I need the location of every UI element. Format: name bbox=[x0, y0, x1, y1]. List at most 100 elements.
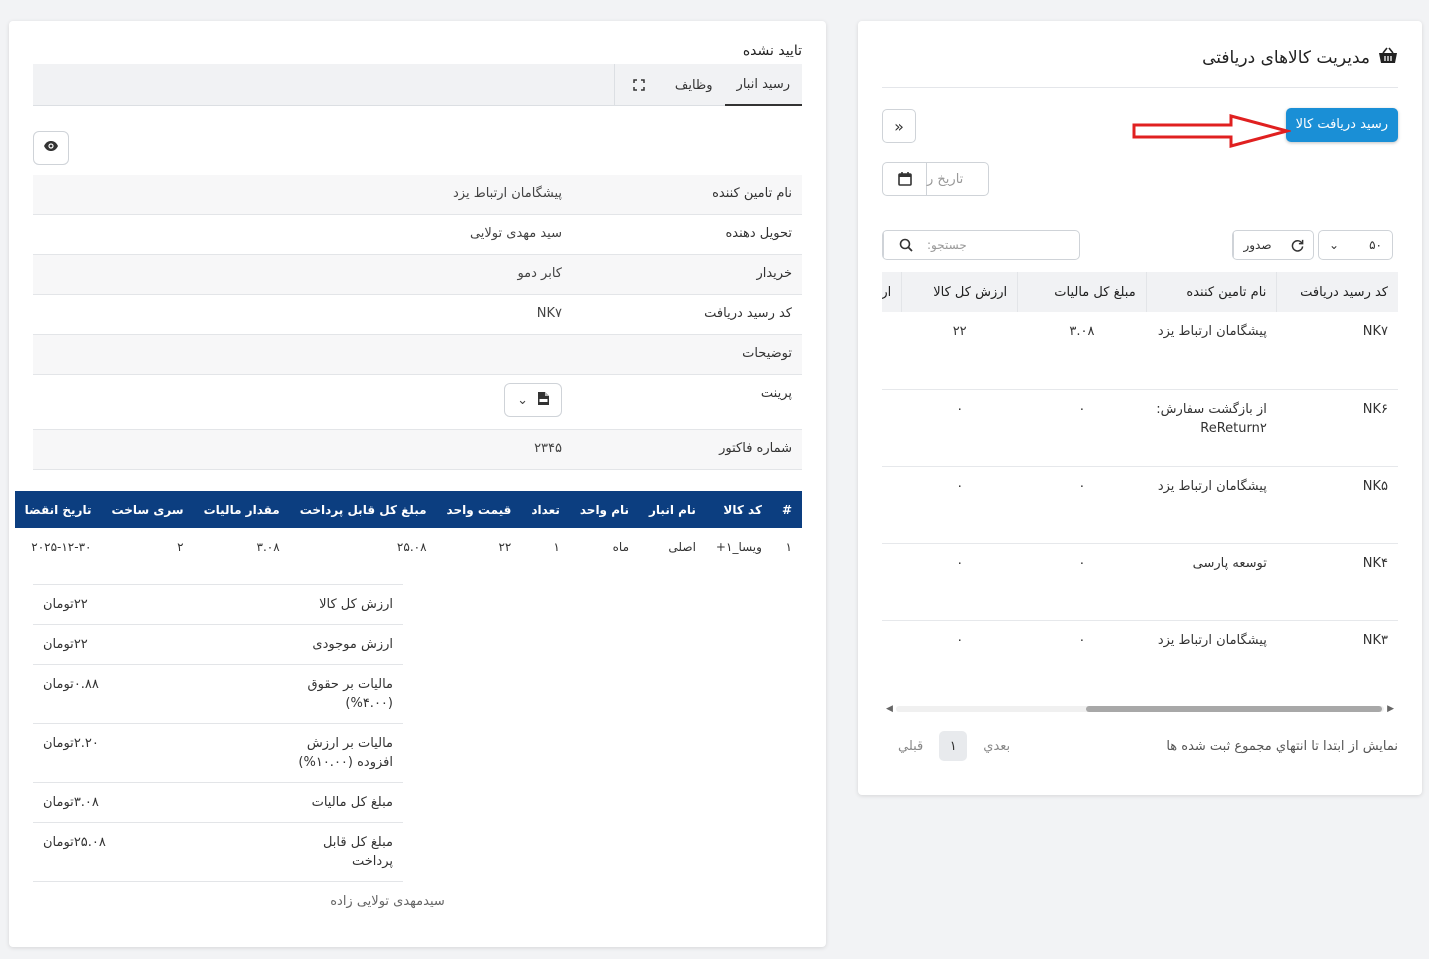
records-info: نمایش از ابتدا تا انتهاي مجموع ثبت شده ه… bbox=[1166, 739, 1398, 754]
summary-value: ۲۵.۰۸تومان bbox=[43, 835, 106, 850]
divider bbox=[882, 87, 1398, 88]
column-header[interactable]: مبلغ کل مالیات bbox=[1017, 272, 1147, 312]
summary-value: ۲۲تومان bbox=[43, 637, 88, 652]
tab-warehouse-receipt[interactable]: رسید انبار bbox=[724, 64, 802, 106]
column-header: سری ساخت bbox=[101, 491, 194, 528]
items-header-row: # کد کالا نام انبار نام واحد تعداد قیمت … bbox=[14, 491, 802, 528]
summary-label: ارزش موجودی bbox=[312, 637, 393, 652]
column-header: نام واحد bbox=[569, 491, 639, 528]
tax-amount: ۰ bbox=[1017, 620, 1147, 692]
total-value: ۰ bbox=[901, 543, 1018, 621]
info-value: پیشگامان ارتباط یزد bbox=[452, 186, 562, 201]
receipt-detail-panel: تایید نشده رسید انبار وظایف نام تامین کن… bbox=[9, 21, 826, 947]
per-page-value: ۵۰ bbox=[1369, 238, 1382, 252]
search-icon[interactable] bbox=[883, 231, 927, 259]
column-header: مقدار مالیات bbox=[193, 491, 290, 528]
receipt-code: NK۴ bbox=[1276, 543, 1398, 621]
current-page[interactable]: ۱ bbox=[939, 731, 968, 761]
new-receipt-button[interactable]: رسید دریافت کالا bbox=[1285, 108, 1398, 142]
basket-icon bbox=[1378, 47, 1398, 69]
summary-row: مالیات بر حقوق (۴.۰۰%) ۰.۸۸تومان bbox=[33, 665, 403, 724]
table-cell: ویسا_۱+ bbox=[715, 539, 762, 554]
info-row: تحویل دهنده سید مهدی تولایی bbox=[33, 215, 802, 255]
info-row: نام تامین کننده پیشگامان ارتباط یزد bbox=[33, 175, 802, 215]
value: ۰ bbox=[882, 543, 902, 621]
date-filter[interactable]: تاریخ ر bbox=[882, 162, 989, 196]
horizontal-scrollbar[interactable]: ◀ ▶ bbox=[886, 704, 1394, 714]
chevron-down-icon: ⌄ bbox=[517, 392, 528, 408]
table-cell: ۱ bbox=[785, 539, 792, 554]
supplier-name: از بازگشت سفارش: ReReturn۲ bbox=[1146, 389, 1277, 467]
supplier-name: توسعه پارسی bbox=[1146, 543, 1277, 621]
status-label: تایید نشده bbox=[742, 43, 802, 59]
value: ۰ bbox=[882, 466, 902, 544]
info-row: کد رسید دریافت NK۷ bbox=[33, 295, 802, 335]
per-page-select[interactable]: ⌄ ۵۰ bbox=[1318, 230, 1393, 260]
table-cell: ۲۰۲۵-۱۲-۳۰ bbox=[31, 539, 92, 554]
summary-row: ارزش کل کالا ۲۲تومان bbox=[33, 584, 403, 625]
summary-row: مبلغ کل قابل پرداخت ۲۵.۰۸تومان bbox=[33, 823, 403, 882]
print-dropdown-button[interactable]: ⌄ bbox=[504, 383, 562, 417]
tab-tasks[interactable]: وظایف bbox=[663, 64, 725, 106]
column-header[interactable]: ارزش کل کالا bbox=[901, 272, 1018, 312]
info-value: کابر دمو bbox=[517, 266, 562, 281]
table-row[interactable]: NK۷ پیشگامان ارتباط یزد ۳.۰۸ ۲۲ ۲۲ bbox=[882, 312, 1398, 390]
info-row: پرینت ⌄ bbox=[33, 375, 802, 430]
column-header[interactable]: ارزش bbox=[882, 272, 902, 312]
info-label: نام تامین کننده bbox=[712, 186, 792, 201]
table-cell: ۱ bbox=[553, 539, 560, 554]
date-input[interactable]: تاریخ ر bbox=[927, 163, 988, 195]
view-button[interactable] bbox=[33, 131, 69, 165]
info-label: پرینت bbox=[760, 386, 792, 401]
table-header-row: کد رسید دریافت نام تامین کننده مبلغ کل م… bbox=[882, 272, 1398, 312]
double-chevron-icon: » bbox=[894, 116, 904, 136]
column-header[interactable]: کد رسید دریافت bbox=[1276, 272, 1398, 312]
table-row[interactable]: NK۳ پیشگامان ارتباط یزد ۰ ۰ ۰ bbox=[882, 620, 1398, 692]
value: ۰ bbox=[882, 389, 902, 467]
table-cell: اصلی bbox=[668, 539, 696, 554]
summary-label: مالیات بر حقوق (۴.۰۰%) bbox=[307, 677, 393, 711]
table-row[interactable]: NK۴ توسعه پارسی ۰ ۰ ۰ bbox=[882, 543, 1398, 621]
info-label: خریدار bbox=[756, 266, 792, 281]
table-row[interactable]: NK۵ پیشگامان ارتباط یزد ۰ ۰ ۰ bbox=[882, 466, 1398, 544]
red-arrow-annotation bbox=[1132, 114, 1291, 148]
collapse-toggle-button[interactable]: » bbox=[882, 109, 916, 143]
info-label: شماره فاکتور bbox=[719, 441, 792, 456]
column-header: نام انبار bbox=[639, 491, 706, 528]
summary-value: ۰.۸۸تومان bbox=[43, 677, 99, 692]
receipt-code: NK۷ bbox=[1276, 312, 1398, 390]
scroll-left-icon[interactable]: ◀ bbox=[886, 704, 893, 714]
search-input[interactable]: جستجو: bbox=[927, 231, 1079, 259]
search-box[interactable]: جستجو: bbox=[882, 230, 1080, 260]
info-value: NK۷ bbox=[536, 306, 562, 321]
total-value: ۰ bbox=[901, 466, 1018, 544]
next-page-link[interactable]: بعدي bbox=[983, 739, 1010, 754]
scroll-thumb[interactable] bbox=[1086, 706, 1382, 712]
refresh-icon[interactable] bbox=[1281, 231, 1313, 259]
tax-amount: ۰ bbox=[1017, 466, 1147, 544]
pdf-file-icon bbox=[538, 391, 549, 409]
summary-value: ۲.۲۰تومان bbox=[43, 736, 99, 751]
total-value: ۰ bbox=[901, 620, 1018, 692]
fullscreen-icon[interactable] bbox=[615, 64, 663, 106]
summary-value: ۳.۰۸تومان bbox=[43, 795, 99, 810]
scroll-right-icon[interactable]: ▶ bbox=[1387, 704, 1394, 714]
calendar-icon[interactable] bbox=[883, 163, 927, 195]
chevron-down-icon: ⌄ bbox=[1329, 238, 1340, 252]
export-controls: صدور bbox=[1232, 230, 1314, 260]
export-button[interactable]: صدور bbox=[1233, 231, 1281, 259]
info-label: تحویل دهنده bbox=[725, 226, 792, 241]
column-header[interactable]: نام تامین کننده bbox=[1145, 272, 1277, 312]
summary-row: ارزش موجودی ۲۲تومان bbox=[33, 625, 403, 665]
receipt-code: NK۳ bbox=[1276, 620, 1398, 692]
tabs: رسید انبار وظایف bbox=[613, 64, 802, 106]
table-cell: ماه bbox=[612, 539, 629, 554]
table-row[interactable]: NK۶ از بازگشت سفارش: ReReturn۲ ۰ ۰ ۰ bbox=[882, 389, 1398, 467]
prev-page-link[interactable]: قبلي bbox=[898, 739, 923, 754]
receipt-code: NK۶ bbox=[1276, 389, 1398, 467]
column-header: کد کالا bbox=[705, 491, 772, 528]
panel-title: مدیریت کالاهای دریافتی bbox=[1202, 48, 1370, 68]
tax-amount: ۰ bbox=[1017, 543, 1147, 621]
summary-row: مالیات بر ارزش افزوده (۱۰.۰۰%) ۲.۲۰تومان bbox=[33, 724, 403, 783]
table-cell: ۳.۰۸ bbox=[256, 539, 280, 554]
